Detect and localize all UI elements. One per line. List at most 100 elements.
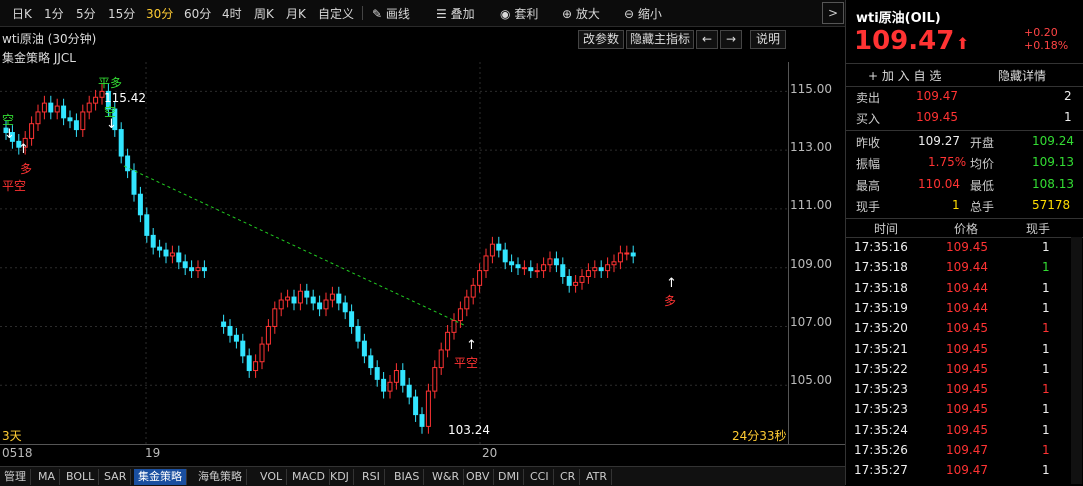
candle-body — [387, 381, 393, 392]
tick-volume: 1 — [1042, 240, 1050, 254]
tab-turtle[interactable]: 海龟策略 — [194, 469, 247, 485]
ticks-scrollbar[interactable] — [1071, 237, 1082, 484]
tab-jjcl[interactable]: 集金策略 — [134, 469, 187, 485]
tick-time: 17:35:16 — [854, 240, 908, 254]
tab-bias[interactable]: BIAS — [390, 469, 425, 485]
period-30min[interactable]: 30分 — [146, 5, 173, 22]
candle-body — [227, 325, 233, 336]
period-15min[interactable]: 15分 — [108, 5, 135, 22]
cur-vol-value: 1 — [952, 198, 960, 212]
period-60min[interactable]: 60分 — [184, 5, 211, 22]
tab-cci[interactable]: CCI — [526, 469, 554, 485]
tick-row: 17:35:18 109.44 1 — [846, 281, 1074, 302]
candle-body — [342, 302, 348, 313]
prev-close-label: 昨收 — [856, 136, 881, 150]
candle-body — [329, 293, 335, 301]
candle-body — [73, 120, 79, 131]
candle-body — [617, 252, 623, 263]
y-tick-label: 107.00 — [790, 315, 832, 329]
candle-body — [451, 320, 457, 333]
y-tick-label: 115.00 — [790, 82, 832, 96]
tick-row: 17:35:22 109.45 1 — [846, 362, 1074, 383]
high-label: 最高 — [856, 179, 881, 193]
candle-body — [598, 267, 604, 272]
tab-boll[interactable]: BOLL — [62, 469, 100, 485]
toolbar-divider — [362, 6, 363, 20]
tick-row: 17:35:21 109.45 1 — [846, 342, 1074, 363]
tab-dmi[interactable]: DMI — [494, 469, 525, 485]
tab-manage[interactable]: 管理 — [0, 469, 31, 485]
period-1min[interactable]: 1分 — [44, 5, 64, 22]
period-5min[interactable]: 5分 — [76, 5, 96, 22]
x-axis-line — [0, 444, 845, 445]
tab-wr[interactable]: W&R — [428, 469, 465, 485]
symbol-title: wti原油(OIL) — [856, 11, 941, 26]
divider — [846, 218, 1083, 219]
scroll-left-button[interactable]: ← — [696, 30, 718, 49]
tick-volume: 1 — [1042, 422, 1050, 437]
zoom-in-icon: ⊕ — [562, 7, 573, 21]
tab-rsi[interactable]: RSI — [358, 469, 385, 485]
bid-volume: 1 — [1064, 110, 1072, 124]
hide-main-indicator-button[interactable]: 隐藏主指标 — [626, 30, 694, 49]
candle-body — [438, 349, 444, 369]
tick-time: 17:35:18 — [854, 260, 908, 275]
candle-body — [496, 243, 502, 251]
tab-ma[interactable]: MA — [34, 469, 61, 485]
candle-body — [259, 343, 265, 363]
tab-kdj[interactable]: KDJ — [326, 469, 354, 485]
open-value: 109.24 — [1032, 134, 1074, 148]
signal-long: 多 — [664, 294, 677, 308]
candle-body — [541, 264, 547, 272]
tab-cr[interactable]: CR — [556, 469, 581, 485]
tab-macd[interactable]: MACD — [288, 469, 330, 485]
candle-body — [291, 296, 297, 304]
edit-params-button[interactable]: 改参数 — [578, 30, 624, 49]
money-bag-icon: ◉ — [500, 7, 511, 21]
tab-atr[interactable]: ATR — [582, 469, 613, 485]
period-toolbar: 日K 1分 5分 15分 30分 60分 4时 周K 月K 自定义 ✎ 画线 ☰… — [0, 0, 845, 27]
candle-body — [445, 331, 451, 351]
candle-body — [233, 334, 239, 342]
zoom-out-button[interactable]: ⊖ 缩小 — [624, 5, 662, 22]
chevron-right-icon[interactable]: > — [822, 2, 844, 24]
change-percent: +0.18% — [1024, 39, 1069, 52]
candle-body — [611, 261, 617, 266]
candle-body — [195, 267, 201, 272]
hide-detail-button[interactable]: 隐藏详情 — [998, 67, 1046, 84]
change-value: +0.20 — [1024, 26, 1058, 39]
candlestick-chart[interactable] — [0, 62, 788, 444]
candle-body — [61, 105, 67, 119]
candle-body — [457, 308, 463, 322]
period-day[interactable]: 日K — [12, 5, 32, 22]
draw-line-button[interactable]: ✎ 画线 — [372, 5, 410, 22]
tab-vol[interactable]: VOL — [256, 469, 288, 485]
candle-body — [176, 252, 182, 263]
arbitrage-button[interactable]: ◉ 套利 — [500, 5, 538, 22]
scroll-right-button[interactable]: → — [720, 30, 742, 49]
overlay-button[interactable]: ☰ 叠加 — [436, 5, 475, 22]
candle-body — [35, 111, 41, 125]
candle-body — [125, 155, 131, 172]
zoom-in-button[interactable]: ⊕ 放大 — [562, 5, 600, 22]
tab-obv[interactable]: OBV — [462, 469, 495, 485]
tick-price: 109.45 — [946, 341, 988, 356]
add-favorite-button[interactable]: + 加 入 自 选 — [868, 67, 941, 84]
period-custom[interactable]: 自定义 — [318, 5, 354, 22]
ask-volume: 2 — [1064, 89, 1072, 103]
avg-value: 109.13 — [1032, 155, 1074, 169]
candle-body — [509, 261, 515, 266]
indicator-tabs: 管理 MA BOLL SAR 集金策略 海龟策略 VOL MACD KDJ RS… — [0, 466, 845, 486]
candle-body — [163, 249, 169, 257]
help-button[interactable]: 说明 — [750, 30, 786, 49]
tick-volume: 1 — [1042, 382, 1050, 397]
stat-row: 现手 1 总手 57178 — [846, 198, 1083, 218]
candle-body — [278, 299, 284, 310]
period-month[interactable]: 月K — [286, 5, 306, 22]
bid-label: 买入 — [856, 112, 881, 126]
candle-body — [393, 370, 399, 383]
period-week[interactable]: 周K — [254, 5, 274, 22]
tab-sar[interactable]: SAR — [100, 469, 132, 485]
tick-volume: 1 — [1042, 443, 1050, 457]
period-4h[interactable]: 4时 — [222, 5, 242, 22]
